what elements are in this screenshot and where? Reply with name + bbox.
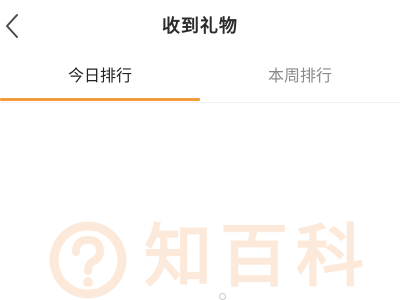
gift-received-screen: 收到礼物 今日排行 本周排行 知百科	[0, 0, 400, 300]
page-title: 收到礼物	[162, 16, 238, 37]
ranking-list-area	[0, 103, 400, 300]
tab-today-ranking[interactable]: 今日排行	[0, 58, 200, 100]
tab-bar: 今日排行 本周排行	[0, 58, 400, 103]
loading-dot	[219, 293, 226, 300]
nav-bar: 收到礼物	[0, 0, 400, 50]
active-tab-indicator	[0, 98, 200, 101]
tab-week-ranking[interactable]: 本周排行	[200, 58, 400, 100]
